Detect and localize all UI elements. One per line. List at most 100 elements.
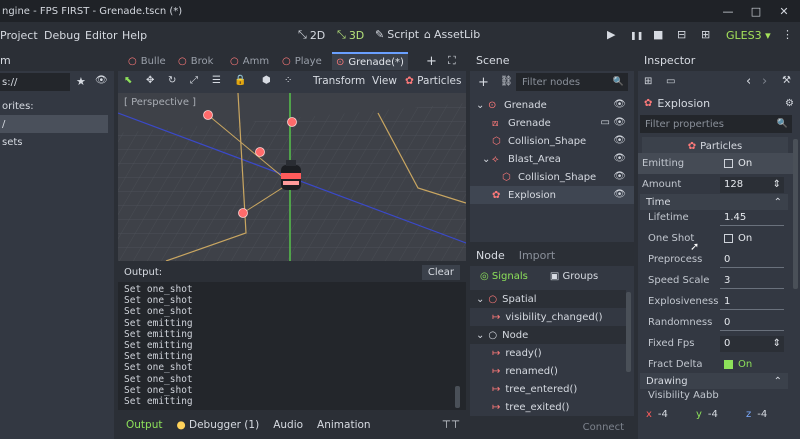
tab-player[interactable]: ○ Playe bbox=[282, 52, 322, 70]
select-tool-icon[interactable]: ⬉ bbox=[124, 75, 132, 86]
filesystem-root-item[interactable]: / bbox=[0, 115, 108, 133]
visibility-eye-icon[interactable]: 👁 bbox=[613, 135, 626, 146]
visibility-eye-icon[interactable]: 👁 bbox=[613, 153, 626, 164]
view-menu[interactable]: View bbox=[372, 75, 397, 87]
tree-item-grenade-root[interactable]: ⌄ ⊙ Grenade 👁 bbox=[470, 96, 634, 114]
visibility-eye-icon[interactable]: 👁 bbox=[613, 189, 626, 200]
workspace-script-button[interactable]: ✎ Script bbox=[375, 28, 419, 41]
tab-groups[interactable]: ▣ Groups bbox=[550, 271, 598, 282]
tools-icon[interactable]: ⚒ bbox=[782, 75, 791, 86]
tree-item-blast-area[interactable]: ⌄ ⟡ Blast_Area 👁 bbox=[470, 150, 634, 168]
menu-project[interactable]: Project bbox=[0, 29, 38, 42]
scale-tool-icon[interactable]: ⤢ bbox=[190, 75, 198, 86]
signal-category-node[interactable]: ⌄ ○ Node bbox=[470, 326, 626, 344]
lock-icon[interactable]: 🔒 bbox=[234, 75, 246, 86]
tree-item-explosion[interactable]: ✿ Explosion 👁 bbox=[470, 186, 634, 204]
add-tab-button[interactable]: + bbox=[426, 52, 437, 70]
prop-one-shot[interactable]: One Shot On bbox=[638, 228, 794, 249]
prop-explosiveness[interactable]: Explosiveness 1 bbox=[638, 291, 794, 312]
clear-button[interactable]: Clear bbox=[421, 264, 460, 280]
collapse-arrow-icon[interactable]: ⌄ bbox=[476, 330, 484, 341]
aabb-y-field[interactable]: y -4 bbox=[696, 405, 740, 423]
filter-properties-input[interactable]: Filter properties 🔍 bbox=[640, 115, 792, 133]
renderer-select[interactable]: GLES3 ▾ bbox=[726, 29, 771, 42]
fract-delta-checkbox[interactable]: On bbox=[720, 357, 784, 373]
transform-menu[interactable]: Transform bbox=[313, 75, 365, 87]
signal-item[interactable]: ↦ visibility_changed() bbox=[470, 308, 626, 326]
snap-icon[interactable]: ⁘ bbox=[284, 75, 292, 86]
amount-spinbox[interactable]: 128 ⇕ bbox=[720, 176, 784, 193]
fullscreen-icon[interactable]: ⛶ bbox=[448, 52, 456, 70]
tab-signals[interactable]: ◎ Signals bbox=[480, 271, 528, 282]
tab-import[interactable]: Import bbox=[519, 249, 556, 262]
tab-audio[interactable]: Audio bbox=[273, 419, 303, 431]
collapse-arrow-icon[interactable]: ⌄ bbox=[476, 294, 484, 305]
close-button[interactable]: ✕ bbox=[768, 0, 800, 22]
play-button[interactable]: ▶ bbox=[607, 28, 615, 41]
section-drawing[interactable]: Drawing ⌃ bbox=[640, 373, 788, 389]
history-forward-button[interactable]: › bbox=[762, 74, 767, 89]
stop-button[interactable]: ■ bbox=[653, 28, 663, 41]
tab-debugger[interactable]: ● Debugger (1) bbox=[176, 419, 259, 431]
tab-grenade[interactable]: ⊙ Grenade(*) bbox=[332, 52, 408, 70]
menu-debug[interactable]: Debug bbox=[44, 29, 80, 42]
signal-item[interactable]: ↦ tree_entered() bbox=[470, 380, 626, 398]
open-folder-icon[interactable]: ▭ bbox=[666, 76, 675, 87]
tab-node[interactable]: Node bbox=[476, 249, 505, 262]
favorite-star-icon[interactable]: ★ bbox=[76, 75, 86, 88]
one-shot-checkbox[interactable]: On bbox=[720, 231, 784, 247]
collapse-arrow-icon[interactable]: ⌄ bbox=[476, 100, 486, 111]
output-scrollbar[interactable] bbox=[455, 386, 460, 408]
tab-output[interactable]: Output bbox=[126, 419, 162, 431]
tab-broken[interactable]: ○ Brok bbox=[178, 52, 213, 70]
lifetime-slider[interactable]: 1.45 bbox=[720, 210, 784, 226]
3d-viewport[interactable]: [ Perspective ] bbox=[118, 93, 466, 261]
tree-item-blast-collision-shape[interactable]: ⬡ Collision_Shape 👁 bbox=[470, 168, 634, 186]
preprocess-slider[interactable]: 0 bbox=[720, 252, 784, 268]
prop-speed-scale[interactable]: Speed Scale 3 bbox=[638, 270, 794, 291]
workspace-2d-button[interactable]: ⤡ 2D bbox=[298, 28, 325, 42]
workspace-3d-button[interactable]: ⤡ 3D bbox=[337, 28, 364, 42]
pin-icon[interactable]: ⊤⊤ bbox=[442, 419, 460, 431]
collapse-arrow-icon[interactable]: ⌄ bbox=[482, 154, 492, 165]
tab-bullet[interactable]: ○ Bulle bbox=[128, 52, 166, 70]
selected-node-path[interactable]: ✿ Explosion ⚙ bbox=[638, 93, 800, 113]
visibility-eye-icon[interactable]: 👁 bbox=[613, 99, 626, 110]
prop-fixed-fps[interactable]: Fixed Fps 0 ⇕ bbox=[638, 333, 794, 354]
particles-menu[interactable]: ✿ Particles bbox=[405, 75, 461, 87]
list-select-icon[interactable]: ☰ bbox=[212, 75, 221, 86]
link-icon[interactable]: ⛓ bbox=[500, 76, 513, 87]
visibility-eye-icon[interactable]: 👁 bbox=[613, 171, 626, 182]
play-scene-button[interactable]: ⊟ bbox=[677, 28, 686, 41]
prop-emitting[interactable]: Emitting On bbox=[638, 153, 794, 174]
add-node-button[interactable]: + bbox=[478, 75, 489, 90]
signals-scrollbar[interactable] bbox=[626, 292, 631, 372]
aabb-z-field[interactable]: z -4 bbox=[746, 405, 790, 423]
history-back-button[interactable]: ‹ bbox=[746, 74, 751, 89]
filesystem-path-input[interactable]: s:// bbox=[0, 73, 70, 91]
inspector-scrollbar[interactable] bbox=[793, 139, 798, 289]
explosiveness-slider[interactable]: 1 bbox=[720, 294, 784, 310]
filesystem-assets-item[interactable]: sets bbox=[0, 133, 108, 151]
menu-icon[interactable]: ⋮ bbox=[782, 28, 793, 41]
tab-animation[interactable]: Animation bbox=[317, 419, 371, 431]
eye-icon[interactable]: 👁 bbox=[95, 75, 108, 86]
new-resource-icon[interactable]: ⊞ bbox=[644, 76, 652, 87]
play-custom-button[interactable]: ⊞ bbox=[701, 28, 710, 41]
menu-editor[interactable]: Editor bbox=[85, 29, 118, 42]
rotate-tool-icon[interactable]: ↻ bbox=[168, 75, 176, 86]
prop-fract-delta[interactable]: Fract Delta On bbox=[638, 354, 794, 375]
prop-lifetime[interactable]: Lifetime 1.45 bbox=[638, 207, 794, 228]
tab-ammo[interactable]: ○ Amm bbox=[230, 52, 269, 70]
prop-preprocess[interactable]: Preprocess 0 bbox=[638, 249, 794, 270]
fixed-fps-spinbox[interactable]: 0 ⇕ bbox=[720, 335, 784, 352]
pause-button[interactable]: ❚❚ bbox=[630, 31, 643, 40]
prop-randomness[interactable]: Randomness 0 bbox=[638, 312, 794, 333]
signal-category-spatial[interactable]: ⌄ ○ Spatial bbox=[470, 290, 626, 308]
visibility-eye-icon[interactable]: 👁 bbox=[613, 117, 626, 128]
menu-help[interactable]: Help bbox=[122, 29, 147, 42]
emitting-checkbox[interactable]: On bbox=[720, 156, 784, 172]
tree-item-grenade[interactable]: ⟎ Grenade ▭ 👁 bbox=[470, 114, 634, 132]
speed-scale-slider[interactable]: 3 bbox=[720, 273, 784, 289]
move-tool-icon[interactable]: ✥ bbox=[146, 75, 154, 86]
